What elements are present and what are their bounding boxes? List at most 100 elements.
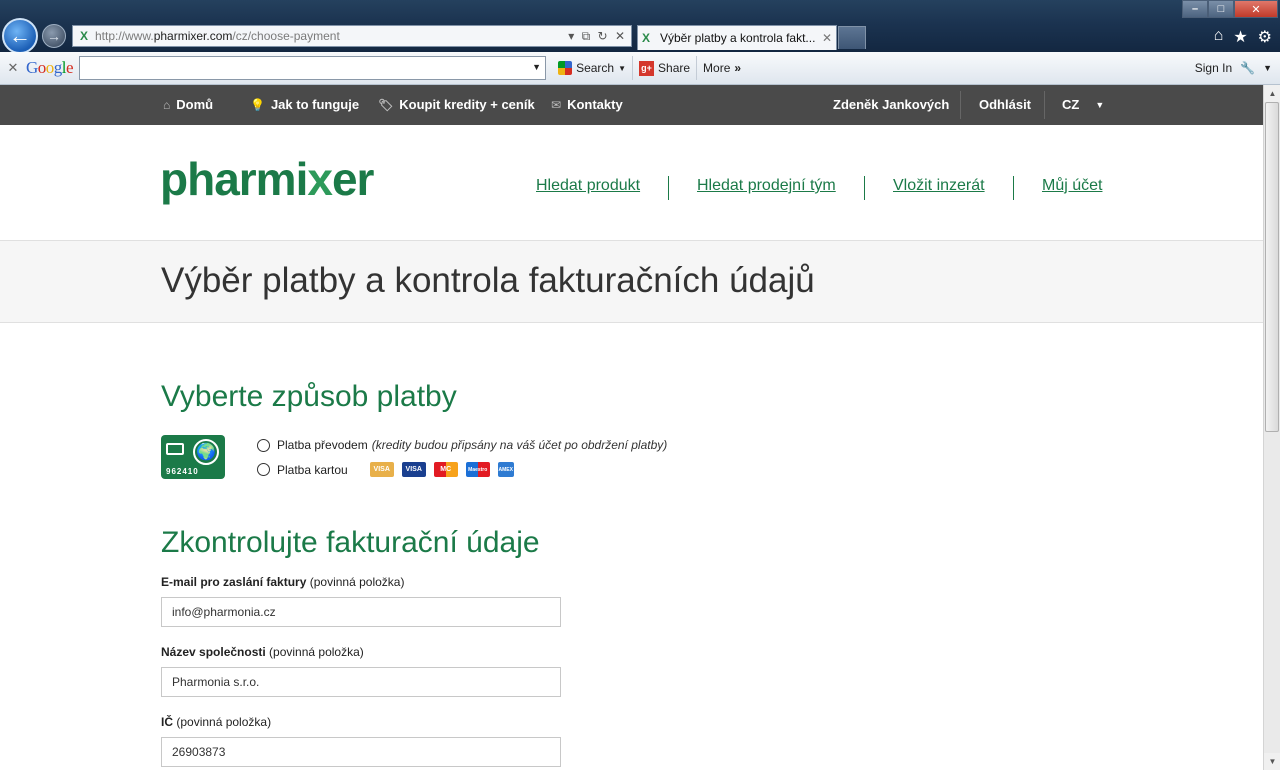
tab-favicon: X [642,31,651,45]
google-logo: Google [26,58,74,77]
tab-title: Výběr platby a kontrola fakt... [660,31,816,45]
card-logos: VISA VISA MC Maestro AMEX [369,462,514,477]
company-label: Název společnosti (povinná položka) [161,645,364,659]
close-window-button[interactable]: ✕ [1234,0,1278,18]
address-url: http://www.pharmixer.com/cz/choose-payme… [95,29,340,43]
mastercard-icon: MC [433,462,458,477]
nav-home[interactable]: ⌂ Domů [163,97,213,112]
home-icon[interactable]: ⌂ [1214,27,1224,47]
tab-close-icon[interactable]: ✕ [818,31,832,45]
nav-contacts[interactable]: ✉ Kontakty [551,97,623,112]
more-label: More [703,61,731,75]
chevron-down-icon: ▼ [1095,99,1105,110]
card-chip-icon [166,443,184,455]
search-button-label: Search [576,61,615,75]
topbar-divider [960,91,961,119]
nav-how-label: Jak to funguje [270,97,360,112]
payment-option-card[interactable]: Platba kartou VISA VISA MC Maestro AMEX [257,462,514,477]
nav-search-team[interactable]: Hledat prodejní tým [697,177,836,195]
topbar-divider [1044,91,1045,119]
scroll-thumb[interactable] [1265,102,1279,432]
logout-link[interactable]: Odhlásit [979,97,1031,112]
transfer-label: Platba převodem [277,438,368,452]
search-dropdown-icon[interactable]: ▼ [532,62,541,72]
card-label: Platba kartou [277,462,348,477]
double-chevron-icon: » [734,61,742,75]
nav-divider [1013,176,1014,200]
minimize-button[interactable]: – [1182,0,1208,18]
maestro-icon: Maestro [465,462,490,477]
signin-link[interactable]: Sign In [1195,61,1232,75]
visa-electron-icon: VISA [369,462,394,477]
browser-tab-active[interactable]: X Výběr platby a kontrola fakt... ✕ [637,25,837,50]
transfer-note: (kredity budou připsány na váš účet po o… [371,438,668,452]
signin-area: Sign In 🔧 ▼ [1195,61,1272,75]
language-label: CZ [1062,97,1080,112]
google-toolbar: ✕ Google ▼ Search ▼ g+ Share More » Sign… [0,52,1280,85]
maximize-button[interactable]: □ [1208,0,1234,18]
home-icon: ⌂ [163,97,171,112]
nav-divider [668,176,669,200]
window-controls: – □ ✕ [1182,0,1278,18]
page-title-band: Výběr platby a kontrola fakturačních úda… [0,240,1263,323]
visa-icon: VISA [401,462,426,477]
payment-option-transfer[interactable]: Platba převodem (kredity budou připsány … [257,438,667,452]
favorites-star-icon[interactable]: ★ [1233,27,1247,47]
forward-button[interactable]: → [42,24,66,48]
pharmixer-logo[interactable]: pharmixer [160,152,374,206]
globe-icon: 🌍 [193,439,219,465]
google-g-icon [558,61,573,75]
tag-icon: 🏷 [378,97,394,112]
share-label: Share [658,61,691,75]
nav-buy-credits[interactable]: 🏷 Koupit kredity + ceník [378,97,535,112]
email-field[interactable]: info@pharmonia.cz [161,597,561,627]
user-name: Zdeněk Jankových [833,97,950,112]
language-select[interactable]: CZ ▼ [1062,97,1104,112]
share-button[interactable]: g+ Share [633,56,698,80]
scroll-up-icon[interactable]: ▲ [1264,85,1280,102]
site-topbar: ⌂ Domů 💡 Jak to funguje 🏷 Koupit kredity + … [0,85,1263,125]
vertical-scrollbar[interactable]: ▲ ▼ [1263,85,1280,770]
chevron-down-icon: ▼ [618,63,627,73]
new-tab-button[interactable] [838,26,866,49]
address-controls[interactable]: ▾ ⧉ ↻ ✕ [561,29,631,44]
payment-icon-number: 962410 [166,467,199,476]
lightbulb-icon: 💡 [250,97,265,112]
browser-titlebar: ← → X http://www.pharmixer.com/cz/choose… [0,0,1280,54]
back-button[interactable]: ← [2,18,38,54]
browser-right-icons: ⌂ ★ ⚙ [1214,27,1272,47]
company-field[interactable]: Pharmonia s.r.o. [161,667,561,697]
address-bar[interactable]: X http://www.pharmixer.com/cz/choose-pay… [72,25,632,47]
nav-search-product[interactable]: Hledat produkt [536,177,640,195]
radio-card[interactable] [257,463,270,476]
envelope-icon: ✉ [551,97,562,112]
chevron-down-icon[interactable]: ▼ [1263,63,1272,73]
email-label: E-mail pro zaslání faktury (povinná polo… [161,575,405,589]
nav-how-it-works[interactable]: 💡 Jak to funguje [250,97,359,112]
more-button[interactable]: More » [697,56,747,80]
gear-icon[interactable]: ⚙ [1258,27,1272,47]
wrench-icon[interactable]: 🔧 [1240,61,1255,75]
share-icon: g+ [639,60,655,76]
logout-label: Odhlásit [979,97,1032,112]
nav-buy-label: Koupit kredity + ceník [399,97,535,112]
billing-heading: Zkontrolujte fakturační údaje [161,526,540,559]
ic-label: IČ (povinná položka) [161,715,272,729]
nav-my-account[interactable]: Můj účet [1042,177,1102,195]
payment-heading: Vyberte způsob platby [161,380,457,413]
nav-post-ad[interactable]: Vložit inzerát [893,177,985,195]
page-title: Výběr platby a kontrola fakturačních úda… [161,261,815,300]
nav-home-label: Domů [176,97,214,112]
scroll-down-icon[interactable]: ▼ [1264,753,1280,770]
ic-field[interactable]: 26903873 [161,737,561,767]
google-search-button[interactable]: Search ▼ [552,56,634,80]
nav-contacts-label: Kontakty [567,97,623,112]
amex-icon: AMEX [497,462,514,477]
toolbar-close-icon[interactable]: ✕ [0,60,26,76]
site-favicon: X [79,29,88,43]
radio-transfer[interactable] [257,438,270,452]
nav-divider [864,176,865,200]
google-search-input[interactable]: ▼ [79,56,547,80]
user-name-link[interactable]: Zdeněk Jankových [833,97,949,112]
payment-method-icon: 🌍 962410 [161,435,225,479]
